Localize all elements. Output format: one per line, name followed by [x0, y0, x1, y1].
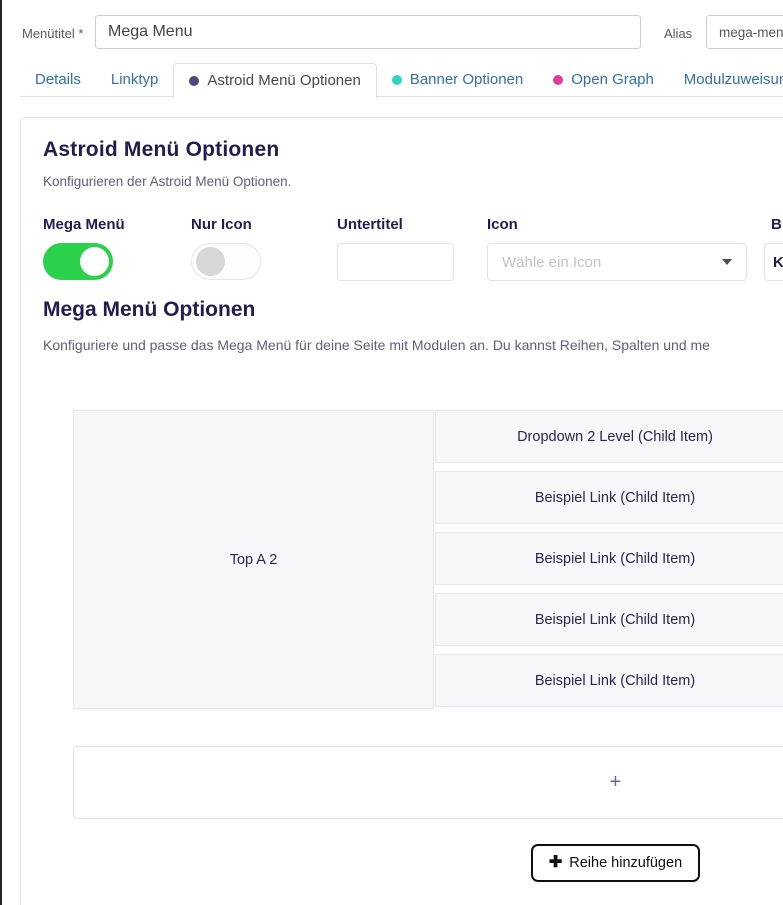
tab-open-graph[interactable]: Open Graph — [538, 63, 669, 97]
mega-menu-options-title: Mega Menü Optionen — [43, 298, 255, 322]
menu-title-label: Menütitel * — [22, 26, 83, 41]
nur-icon-label: Nur Icon — [191, 216, 252, 233]
untertitel-label: Untertitel — [337, 216, 403, 233]
badge-field-partial[interactable]: K — [764, 243, 783, 281]
menu-item-edit-screen: Menütitel * Mega Menu Alias mega-menu De… — [0, 0, 783, 905]
mega-menu-toggle[interactable] — [43, 243, 113, 280]
icon-select-placeholder: Wähle ein Icon — [502, 254, 722, 271]
add-row-button-row: ✚ Reihe hinzufügen — [73, 844, 783, 882]
child-item-row[interactable]: Beispiel Link (Child Item) — [435, 471, 783, 524]
chevron-down-icon — [722, 259, 732, 265]
astroid-options-panel: Astroid Menü Optionen Konfigurieren der … — [20, 117, 783, 905]
mega-menu-label: Mega Menü — [43, 216, 125, 233]
panel-title: Astroid Menü Optionen — [43, 138, 279, 162]
mega-menu-options-description: Konfiguriere und passe das Mega Menü für… — [43, 337, 783, 353]
tab-bar: Details Linktyp Astroid Menü Optionen Ba… — [20, 63, 783, 97]
add-row-button-label: Reihe hinzufügen — [569, 855, 682, 871]
add-row-button[interactable]: ✚ Reihe hinzufügen — [531, 844, 700, 882]
panel-subtitle: Konfigurieren der Astroid Menü Optionen. — [43, 174, 291, 189]
untertitel-input[interactable] — [337, 243, 454, 281]
plus-icon: + — [610, 771, 622, 794]
tab-modulzuweisung[interactable]: Modulzuweisung — [669, 63, 783, 97]
icon-label: Icon — [487, 216, 518, 233]
add-column-dropzone[interactable]: + — [73, 746, 783, 819]
tab-banner-optionen[interactable]: Banner Optionen — [377, 63, 538, 97]
child-item-row[interactable]: Dropdown 2 Level (Child Item) — [435, 410, 783, 463]
alias-input[interactable]: mega-menu — [706, 15, 783, 49]
menu-title-input[interactable]: Mega Menu — [95, 15, 641, 49]
plus-icon: ✚ — [549, 855, 562, 871]
tab-astroid-menu-optionen[interactable]: Astroid Menü Optionen — [173, 63, 376, 98]
nur-icon-toggle[interactable] — [191, 243, 261, 280]
icon-select[interactable]: Wähle ein Icon — [487, 243, 747, 281]
tab-linktyp[interactable]: Linktyp — [96, 63, 174, 97]
tab-details[interactable]: Details — [20, 63, 96, 97]
astroid-tab-dot-icon — [189, 76, 199, 86]
child-item-row[interactable]: Beispiel Link (Child Item) — [435, 593, 783, 646]
child-item-row[interactable]: Beispiel Link (Child Item) — [435, 654, 783, 707]
mega-menu-child-rows: Dropdown 2 Level (Child Item) Beispiel L… — [435, 410, 783, 707]
mega-menu-toggle-knob — [80, 247, 109, 276]
mega-menu-parent-cell[interactable]: Top A 2 — [73, 410, 434, 709]
child-item-row[interactable]: Beispiel Link (Child Item) — [435, 532, 783, 585]
open-graph-tab-dot-icon — [553, 75, 563, 85]
window-left-edge — [0, 0, 2, 905]
banner-tab-dot-icon — [392, 75, 402, 85]
alias-label: Alias — [664, 26, 692, 41]
badge-label-partial: B — [771, 216, 782, 233]
nur-icon-toggle-knob — [196, 247, 225, 276]
